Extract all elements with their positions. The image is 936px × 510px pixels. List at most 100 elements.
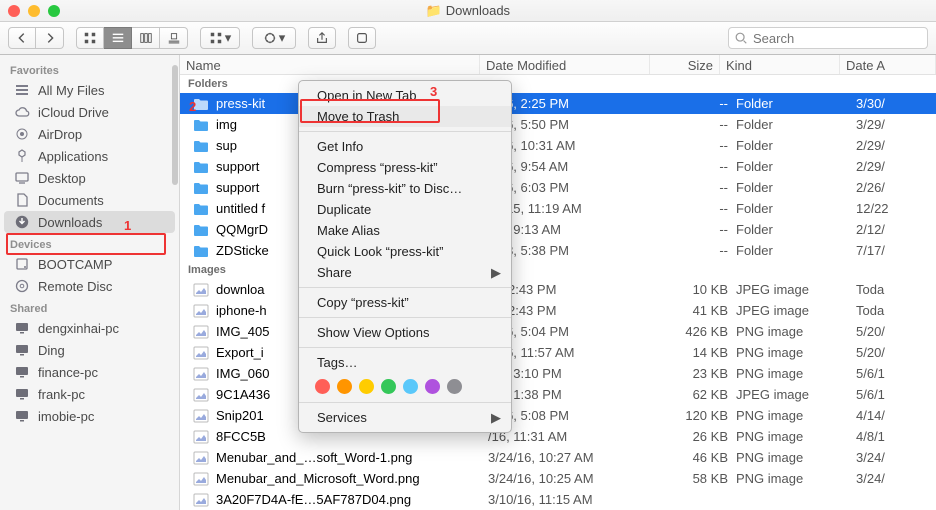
image-file-icon: [192, 451, 210, 465]
menu-item-burn-press-kit-to-disc[interactable]: Burn “press-kit” to Disc…: [299, 178, 511, 199]
tags-button[interactable]: [348, 27, 376, 49]
traffic-lights: [8, 5, 60, 17]
table-row[interactable]: IMG_405 0/16, 5:04 PM 426 KB PNG image 5…: [180, 321, 936, 342]
table-row[interactable]: Menubar_and_Microsoft_Word.png 3/24/16, …: [180, 468, 936, 489]
sidebar-item-all-my-files[interactable]: All My Files: [0, 79, 179, 101]
menu-item-get-info[interactable]: Get Info: [299, 136, 511, 157]
tag-colors: [299, 373, 511, 398]
image-file-icon: [192, 430, 210, 444]
menu-item-tags[interactable]: Tags…: [299, 352, 511, 373]
file-date: ay, 2:43 PM: [488, 282, 658, 297]
file-size: 23 KB: [658, 366, 728, 381]
table-row[interactable]: img 9/16, 5:50 PM -- Folder 3/29/: [180, 114, 936, 135]
table-row[interactable]: 9C1A436 /16, 1:38 PM 62 KB JPEG image 5/…: [180, 384, 936, 405]
menu-item-copy-press-kit[interactable]: Copy “press-kit”: [299, 292, 511, 313]
tag-color-swatch[interactable]: [403, 379, 418, 394]
file-date: 3/24/16, 10:25 AM: [488, 471, 658, 486]
file-date: 9/16, 10:31 AM: [488, 138, 658, 153]
view-switcher: [76, 27, 188, 49]
image-file-icon: [192, 304, 210, 318]
table-row[interactable]: 8FCC5B /16, 11:31 AM 26 KB PNG image 4/8…: [180, 426, 936, 447]
view-icons-button[interactable]: [76, 27, 104, 49]
menu-item-share[interactable]: Share▶: [299, 262, 511, 283]
table-row[interactable]: untitled f 22/15, 11:19 AM -- Folder 12/…: [180, 198, 936, 219]
zoom-window-button[interactable]: [48, 5, 60, 17]
tag-color-swatch[interactable]: [425, 379, 440, 394]
tag-color-swatch[interactable]: [337, 379, 352, 394]
arrange-menu-button[interactable]: ▾: [200, 27, 240, 49]
menu-item-services[interactable]: Services▶: [299, 407, 511, 428]
toolbar: ▾ ▾: [0, 22, 936, 55]
sidebar-scrollbar[interactable]: [172, 65, 178, 185]
sidebar-item-label: Desktop: [38, 171, 86, 186]
sidebar-item-ding[interactable]: Ding: [0, 339, 179, 361]
sidebar-item-desktop[interactable]: Desktop: [0, 167, 179, 189]
sidebar-item-remote-disc[interactable]: Remote Disc: [0, 275, 179, 297]
forward-button[interactable]: [36, 27, 64, 49]
menu-item-quick-look-press-kit[interactable]: Quick Look “press-kit”: [299, 241, 511, 262]
view-list-button[interactable]: [104, 27, 132, 49]
table-row[interactable]: downloa ay, 2:43 PM 10 KB JPEG image Tod…: [180, 279, 936, 300]
view-coverflow-button[interactable]: [160, 27, 188, 49]
menu-item-move-to-trash[interactable]: Move to Trash: [299, 106, 511, 127]
share-button[interactable]: [308, 27, 336, 49]
menu-item-make-alias[interactable]: Make Alias: [299, 220, 511, 241]
table-row[interactable]: iphone-h ay, 2:43 PM 41 KB JPEG image To…: [180, 300, 936, 321]
remote-icon: [14, 278, 30, 294]
pc-icon: [14, 408, 30, 424]
tag-color-swatch[interactable]: [315, 379, 330, 394]
col-kind[interactable]: Kind: [720, 55, 840, 74]
table-row[interactable]: QQMgrD /15, 9:13 AM -- Folder 2/12/: [180, 219, 936, 240]
sidebar-item-icloud-drive[interactable]: iCloud Drive: [0, 101, 179, 123]
sidebar-item-airdrop[interactable]: AirDrop: [0, 123, 179, 145]
sidebar-item-frank-pc[interactable]: frank-pc: [0, 383, 179, 405]
file-date-added: 2/29/: [848, 159, 936, 174]
sidebar-item-imobie-pc[interactable]: imobie-pc: [0, 405, 179, 427]
menu-item-open-in-new-tab[interactable]: Open in New Tab: [299, 85, 511, 106]
menu-item-compress-press-kit[interactable]: Compress “press-kit”: [299, 157, 511, 178]
nav-back-forward: [8, 27, 64, 49]
sidebar-item-dengxinhai-pc[interactable]: dengxinhai-pc: [0, 317, 179, 339]
action-menu-button[interactable]: ▾: [252, 27, 296, 49]
table-row[interactable]: press-kit 0/16, 2:25 PM -- Folder 3/30/: [180, 93, 936, 114]
file-date: 6/16, 6:03 PM: [488, 180, 658, 195]
tag-color-swatch[interactable]: [381, 379, 396, 394]
sidebar-item-bootcamp[interactable]: BOOTCAMP: [0, 253, 179, 275]
close-window-button[interactable]: [8, 5, 20, 17]
table-row[interactable]: support 6/16, 6:03 PM -- Folder 2/26/: [180, 177, 936, 198]
sidebar-section-header: Favorites: [0, 59, 179, 79]
sidebar-item-applications[interactable]: Applications: [0, 145, 179, 167]
table-row[interactable]: Snip201 4/16, 5:08 PM 120 KB PNG image 4…: [180, 405, 936, 426]
sidebar-item-downloads[interactable]: Downloads: [4, 211, 175, 233]
sidebar-item-finance-pc[interactable]: finance-pc: [0, 361, 179, 383]
docs-icon: [14, 192, 30, 208]
col-date-modified[interactable]: Date Modified: [480, 55, 650, 74]
back-button[interactable]: [8, 27, 36, 49]
table-row[interactable]: IMG_060 /16, 3:10 PM 23 KB PNG image 5/6…: [180, 363, 936, 384]
tag-color-swatch[interactable]: [359, 379, 374, 394]
col-size[interactable]: Size: [650, 55, 720, 74]
tag-color-swatch[interactable]: [447, 379, 462, 394]
airdrop-icon: [14, 126, 30, 142]
search-input[interactable]: [728, 27, 928, 49]
sidebar-item-documents[interactable]: Documents: [0, 189, 179, 211]
menu-item-duplicate[interactable]: Duplicate: [299, 199, 511, 220]
file-kind: JPEG image: [728, 303, 848, 318]
col-name[interactable]: Name: [180, 55, 480, 74]
folder-icon: [192, 181, 210, 195]
file-date: 0/16, 2:25 PM: [488, 96, 658, 111]
minimize-window-button[interactable]: [28, 5, 40, 17]
table-row[interactable]: Menubar_and_…soft_Word-1.png 3/24/16, 10…: [180, 447, 936, 468]
table-row[interactable]: support 9/16, 9:54 AM -- Folder 2/29/: [180, 156, 936, 177]
submenu-arrow-icon: ▶: [491, 410, 501, 426]
search-field-wrap: [728, 27, 928, 49]
col-date-added[interactable]: Date A: [840, 55, 936, 74]
file-size: 41 KB: [658, 303, 728, 318]
table-row[interactable]: 3A20F7D4A-fE…5AF787D04.png 3/10/16, 11:1…: [180, 489, 936, 510]
sidebar-section-header: Shared: [0, 297, 179, 317]
menu-item-show-view-options[interactable]: Show View Options: [299, 322, 511, 343]
table-row[interactable]: Export_i 0/16, 11:57 AM 14 KB PNG image …: [180, 342, 936, 363]
view-columns-button[interactable]: [132, 27, 160, 49]
table-row[interactable]: ZDSticke 7/13, 5:38 PM -- Folder 7/17/: [180, 240, 936, 261]
table-row[interactable]: sup 9/16, 10:31 AM -- Folder 2/29/: [180, 135, 936, 156]
